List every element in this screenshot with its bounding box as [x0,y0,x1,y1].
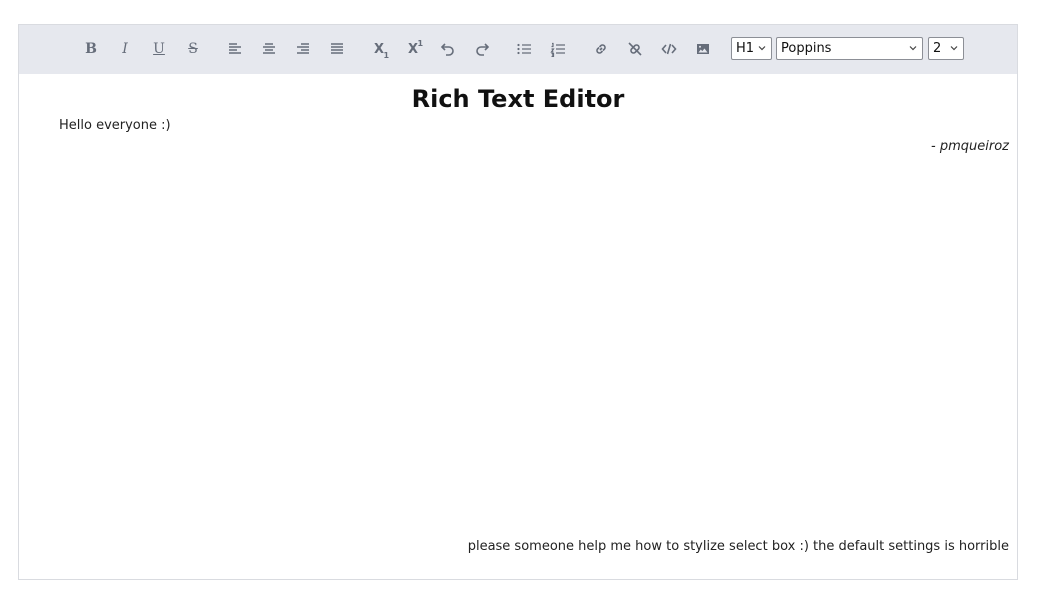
heading-select[interactable]: H1 [731,37,772,60]
subscript-icon: X1 [373,41,390,60]
align-center-icon [263,43,275,54]
justify-button[interactable] [325,37,349,61]
align-right-button[interactable] [291,37,315,61]
font-select-value: Poppins [781,41,832,56]
redo-icon [476,43,490,56]
align-left-button[interactable] [223,37,247,61]
image-icon [697,44,709,54]
numbered-list-button[interactable] [546,37,570,61]
bold-icon: B [85,41,97,57]
bold-button[interactable]: B [79,37,103,61]
undo-button[interactable] [436,37,460,61]
bullet-list-icon [517,43,531,55]
undo-icon [440,43,454,56]
align-right-icon [297,43,309,54]
superscript-button[interactable]: X1 [401,37,425,61]
redo-button[interactable] [470,37,494,61]
align-left-icon [229,43,241,54]
chevron-down-icon [950,46,958,51]
page-title: Rich Text Editor [411,85,625,113]
heading-select-value: H1 [736,41,755,56]
chevron-down-icon [758,46,766,51]
code-icon [661,43,677,55]
font-select[interactable]: Poppins [776,37,923,60]
align-center-button[interactable] [257,37,281,61]
justify-icon [331,43,343,54]
signature-paragraph: - pmqueiroz [931,139,1009,154]
code-button[interactable] [657,37,681,61]
toolbar: B I U S X 1 X 1 H1 Poppins 2 [19,25,1017,74]
editor-content[interactable]: Rich Text Editor Hello everyone :) - pmq… [19,74,1017,579]
subscript-button[interactable]: X1 [367,37,391,61]
bullet-list-button[interactable] [512,37,536,61]
unlink-icon [628,42,642,56]
italic-button[interactable]: I [113,37,137,61]
italic-icon: I [122,41,128,57]
image-button[interactable] [691,37,715,61]
chevron-down-icon [909,46,917,51]
superscript-icon: X1 [407,38,424,57]
editor: B I U S X 1 X 1 H1 Poppins 2 Rich Text E… [18,24,1018,580]
strikethrough-icon: S [188,41,198,57]
footer-paragraph: please someone help me how to stylize se… [467,539,1009,554]
unlink-button[interactable] [623,37,647,61]
link-button[interactable] [589,37,613,61]
hello-paragraph: Hello everyone :) [59,118,171,133]
size-select-value: 2 [933,41,942,56]
underline-icon: U [153,41,165,57]
strikethrough-button[interactable]: S [181,37,205,61]
size-select[interactable]: 2 [928,37,964,60]
link-icon [596,44,606,54]
underline-button[interactable]: U [147,37,171,61]
numbered-list-icon [550,42,565,57]
